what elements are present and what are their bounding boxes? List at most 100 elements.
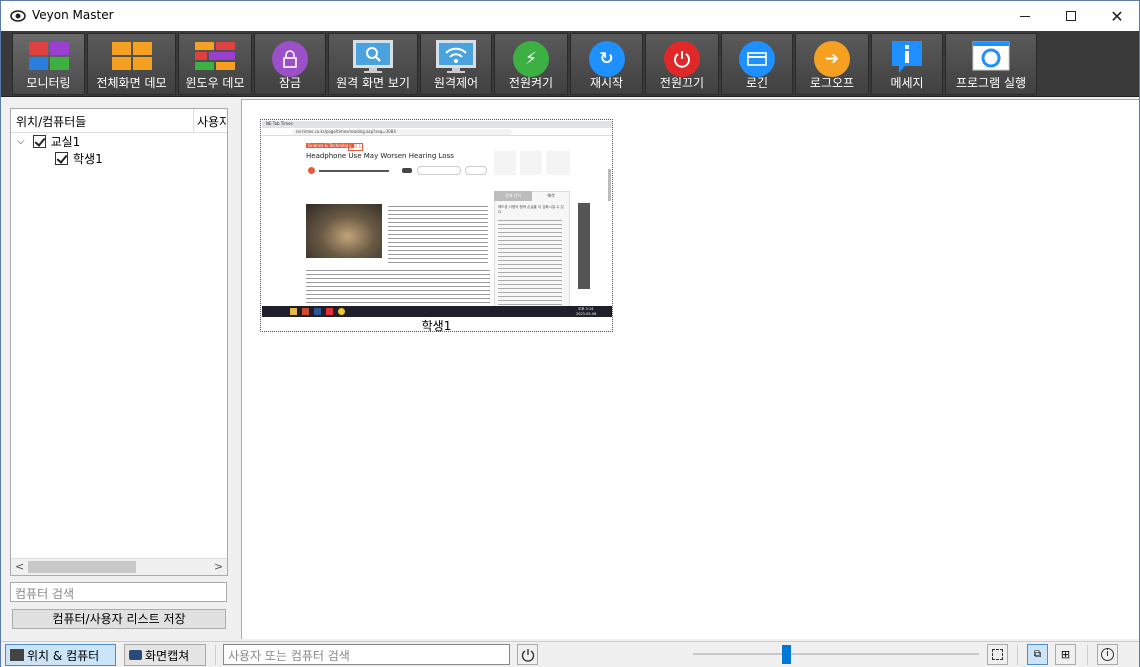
status-bar: 위치 & 컴퓨터 화면캡쳐 사용자 또는 컴퓨터 검색 ⧉ ⊞ i (1, 641, 1139, 667)
preview-date: 2023-05-06 (576, 312, 597, 316)
lock-icon (272, 41, 308, 77)
user-computer-search-input[interactable]: 사용자 또는 컴퓨터 검색 (223, 644, 510, 665)
run-program-button[interactable]: 프로그램 실행 (945, 33, 1037, 95)
auto-fit-button[interactable] (987, 644, 1008, 665)
fullscreen-demo-icon (111, 42, 152, 70)
column-separator[interactable] (193, 109, 194, 133)
window-demo-icon (195, 42, 235, 70)
power-off-label: 전원끄기 (659, 76, 705, 90)
about-button[interactable]: i (1097, 644, 1118, 665)
remote-control-button[interactable]: 원격제어 (420, 33, 492, 95)
status-separator (215, 645, 216, 665)
remote-control-icon (436, 40, 476, 73)
article-image (306, 204, 382, 258)
custom-arrangement-button[interactable]: ⧉ (1027, 644, 1048, 665)
login-icon (739, 41, 775, 77)
column-header-user[interactable]: 사용자 (197, 113, 227, 130)
save-list-button[interactable]: 컴퓨터/사용자 리스트 저장 (12, 609, 226, 629)
power-on-icon: ⚡ (513, 41, 549, 77)
preview-category: Science & Technology (306, 143, 354, 148)
window-title: Veyon Master (32, 8, 114, 22)
zoom-slider[interactable] (693, 653, 979, 655)
screen-preview: NE Tab Times ne.times.co.kr/page/times/r… (262, 121, 612, 317)
room-checkbox[interactable] (32, 134, 46, 148)
close-button[interactable]: ✕ (1094, 1, 1140, 31)
login-button[interactable]: 로긴 (721, 33, 793, 95)
chevron-down-icon[interactable]: ⌵ (17, 136, 25, 147)
veyon-eye-icon (10, 10, 26, 22)
login-label: 로긴 (745, 76, 769, 90)
logoff-button[interactable]: ➔ 로그오프 (795, 33, 869, 95)
power-filter-button[interactable] (517, 644, 538, 665)
message-icon (892, 41, 922, 73)
locations-icon (10, 649, 24, 661)
screenshots-toggle-label: 화면캡쳐 (145, 648, 190, 663)
tree-header: 위치/컴퓨터들 사용자 (11, 109, 227, 133)
grid-view-button[interactable]: ⊞ (1055, 644, 1076, 665)
remote-control-label: 원격제어 (433, 76, 479, 90)
window-demo-button[interactable]: 윈도우 데모 (178, 33, 252, 95)
remote-view-label: 원격 화면 보기 (336, 76, 410, 90)
title-bar: Veyon Master ✕ (1, 1, 1139, 31)
info-icon: i (1101, 648, 1114, 661)
reboot-label: 재시작 (589, 76, 624, 90)
lock-label: 잠금 (278, 76, 302, 90)
horizontal-scrollbar[interactable]: < > (11, 558, 227, 575)
location-computer-tree: 위치/컴퓨터들 사용자 ⌵ 교실1 학생1 < > (10, 108, 228, 576)
fullscreen-demo-label: 전체화면 데모 (96, 76, 167, 90)
preview-side-tab1: 전체 단어 (494, 191, 532, 201)
scrollbar-thumb[interactable] (28, 561, 136, 573)
run-program-label: 프로그램 실행 (955, 76, 1027, 90)
app-window: Veyon Master ✕ 모니터링 전체화면 데모 윈도우 데모 잠금 원격… (0, 0, 1140, 667)
computer-name: 학생1 (73, 151, 103, 166)
computer-checkbox[interactable] (55, 151, 68, 165)
power-off-button[interactable]: 전원끄기 (645, 33, 719, 95)
logoff-label: 로그오프 (809, 76, 855, 90)
preview-side-caption: 헤드폰 사용이 청력 손실을 더 심화시킬 수 있다 (498, 205, 564, 214)
arrange-icon: ⧉ (1033, 649, 1042, 660)
scroll-right-icon[interactable]: > (214, 560, 223, 573)
reboot-button[interactable]: ↻ 재시작 (570, 33, 643, 95)
logoff-icon: ➔ (814, 41, 850, 77)
monitoring-icon (28, 42, 69, 70)
computer-thumbnail-label: 학생1 (421, 319, 452, 333)
power-off-icon (664, 41, 700, 77)
locations-toggle-label: 위치 & 컴퓨터 (27, 648, 100, 663)
monitoring-label: 모니터링 (26, 76, 71, 90)
maximize-button[interactable] (1048, 1, 1094, 31)
scroll-left-icon[interactable]: < (15, 560, 24, 573)
feature-toolbar: 모니터링 전체화면 데모 윈도우 데모 잠금 원격 화면 보기 원격제어 ⚡ 전… (1, 31, 1139, 97)
monitoring-button[interactable]: 모니터링 (12, 33, 85, 95)
power-on-label: 전원켜기 (508, 76, 554, 90)
tree-item-computer[interactable]: 학생1 (55, 150, 103, 166)
remote-view-button[interactable]: 원격 화면 보기 (328, 33, 418, 95)
power-icon (521, 648, 534, 662)
preview-headline: Headphone Use May Worsen Hearing Loss (306, 152, 454, 160)
locations-computers-toggle[interactable]: 위치 & 컴퓨터 (5, 644, 116, 666)
room-name: 교실1 (50, 134, 81, 149)
message-label: 메세지 (890, 76, 924, 90)
preview-side-tab2: 해석 (547, 193, 555, 198)
screenshots-toggle[interactable]: 화면캡쳐 (124, 644, 206, 666)
window-demo-label: 윈도우 데모 (185, 76, 245, 90)
column-header-location[interactable]: 위치/컴퓨터들 (16, 113, 86, 130)
grid-icon: ⊞ (1060, 648, 1071, 661)
status-separator (1017, 645, 1018, 665)
camera-icon (129, 650, 142, 660)
preview-badge: 중학 1 (348, 143, 364, 151)
lock-button[interactable]: 잠금 (254, 33, 326, 95)
power-on-button[interactable]: ⚡ 전원켜기 (494, 33, 568, 95)
zoom-slider-handle[interactable] (782, 645, 791, 664)
minimize-button[interactable] (1002, 1, 1048, 31)
fullscreen-demo-button[interactable]: 전체화면 데모 (87, 33, 176, 95)
reboot-icon: ↻ (588, 41, 625, 77)
message-button[interactable]: 메세지 (871, 33, 943, 95)
computer-thumbnail[interactable]: NE Tab Times ne.times.co.kr/page/times/r… (260, 119, 613, 333)
tree-item-room[interactable]: ⌵ 교실1 (17, 133, 80, 149)
computer-search-input[interactable]: 컴퓨터 검색 (10, 582, 227, 602)
run-program-icon (972, 41, 1010, 71)
preview-url: ne.times.co.kr/page/times/reading.asp?se… (292, 129, 512, 135)
status-separator (1087, 645, 1088, 665)
preview-tab: NE Tab Times (266, 121, 293, 126)
fit-icon (992, 649, 1003, 660)
